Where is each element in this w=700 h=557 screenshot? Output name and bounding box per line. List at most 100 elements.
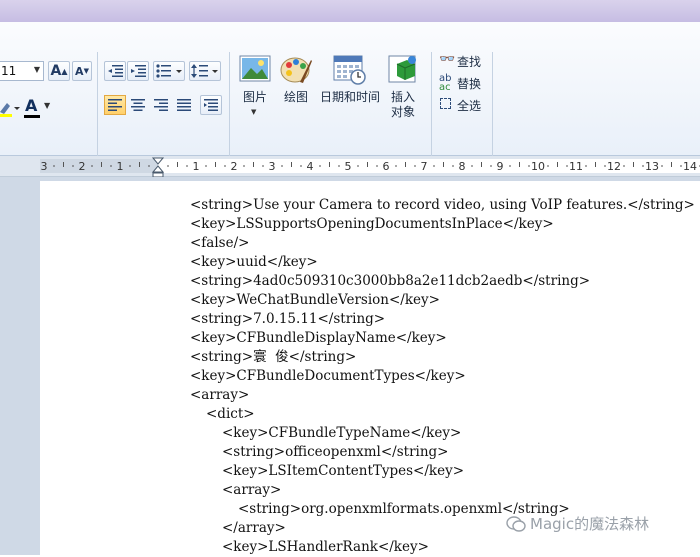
indent-marker-icon[interactable]	[152, 157, 164, 179]
ruler-tick	[396, 165, 397, 167]
ruler-tick	[377, 165, 378, 167]
ruler-tick	[73, 165, 74, 167]
document-line[interactable]: <dict>	[206, 405, 255, 424]
ruler-tick	[453, 165, 454, 167]
picture-button[interactable]: 图片 ▼	[236, 52, 274, 144]
ruler-tick	[225, 165, 226, 167]
ruler-ticks: 3211234567891011121314	[0, 156, 700, 176]
chevron-down-icon: ▼	[251, 108, 256, 116]
document-line[interactable]: <key>CFBundleDocumentTypes</key>	[190, 367, 466, 386]
ruler-tick	[633, 162, 634, 167]
align-left-button[interactable]	[104, 95, 126, 115]
shrink-font-button[interactable]: A▼	[72, 61, 92, 81]
paragraph-settings-button[interactable]	[200, 95, 222, 115]
ruler-tick	[130, 165, 131, 167]
ruler-tick	[434, 165, 435, 167]
document-line[interactable]: <key>CFBundleDisplayName</key>	[190, 329, 447, 348]
document-line[interactable]: <key>uuid</key>	[190, 253, 318, 272]
datetime-button[interactable]: 日期和时间	[318, 52, 382, 144]
ruler-tick	[510, 165, 511, 167]
font-size-value: 11	[1, 64, 16, 78]
find-label: 查找	[457, 53, 481, 70]
document-line[interactable]: <array>	[222, 481, 281, 500]
ruler-label: 6	[383, 160, 390, 173]
ruler-label: 3	[41, 160, 48, 173]
ruler-tick	[215, 162, 216, 167]
justify-button[interactable]	[173, 95, 195, 115]
find-button[interactable]: 👓 查找	[437, 52, 487, 70]
ruler-tick	[263, 165, 264, 167]
align-right-icon	[154, 99, 168, 111]
ruler-tick	[472, 165, 473, 167]
datetime-label: 日期和时间	[318, 90, 382, 105]
select-all-button[interactable]: 全选	[437, 96, 487, 114]
ruler-label: 2	[79, 160, 86, 173]
ruler-tick	[443, 162, 444, 167]
grow-font-button[interactable]: A▲	[48, 61, 70, 81]
line-spacing-icon	[191, 64, 219, 78]
document-line[interactable]: <false/>	[190, 234, 249, 253]
ruler-tick	[244, 165, 245, 167]
paint-palette-icon	[280, 54, 312, 84]
highlight-button[interactable]	[0, 98, 20, 118]
title-bar	[0, 0, 700, 23]
align-left-icon	[108, 99, 122, 111]
ruler-label: 5	[345, 160, 352, 173]
ruler-tick	[605, 165, 606, 167]
ruler-tick	[548, 165, 549, 167]
watermark: Magic的魔法森林	[506, 513, 649, 534]
document-line[interactable]: <string>寰 俊</string>	[190, 348, 356, 367]
document-line[interactable]: <string>7.0.15.11</string>	[190, 310, 385, 329]
ruler-tick	[54, 165, 55, 167]
decrease-indent-button[interactable]	[104, 61, 126, 81]
binoculars-icon: 👓	[439, 52, 455, 67]
ruler-tick	[519, 162, 520, 167]
ruler-label: 3	[269, 160, 276, 173]
ruler-tick	[595, 162, 596, 167]
paint-button[interactable]: 绘图	[278, 52, 314, 144]
document-line[interactable]: <string>Use your Camera to record video,…	[190, 196, 695, 215]
ruler-tick	[643, 165, 644, 167]
picture-label: 图片	[236, 90, 274, 105]
align-right-button[interactable]	[150, 95, 172, 115]
ruler-tick	[253, 162, 254, 167]
calendar-clock-icon	[333, 53, 367, 85]
ruler-tick	[92, 165, 93, 167]
document-line[interactable]: </array>	[222, 519, 286, 538]
document-line[interactable]: <array>	[190, 386, 249, 405]
bullet-list-button[interactable]	[153, 61, 185, 81]
ruler-label: 8	[459, 160, 466, 173]
insert-object-button[interactable]: 插入 对象	[384, 52, 422, 144]
chevron-down-icon: ▼	[34, 65, 40, 74]
ruler-label: 11	[569, 160, 583, 173]
ruler-tick	[567, 165, 568, 167]
indent-icon	[130, 64, 146, 78]
ruler-tick	[557, 162, 558, 167]
document-line[interactable]: <string>officeopenxml</string>	[222, 443, 449, 462]
outdent-icon	[107, 64, 123, 78]
ruler-label: 10	[531, 160, 545, 173]
replace-button[interactable]: abac 替换	[437, 74, 487, 92]
document-line[interactable]: <string>4ad0c509310c3000bb8a2e11dcb2aedb…	[190, 272, 590, 291]
ruler-tick	[358, 165, 359, 167]
font-color-icon: A	[25, 96, 37, 115]
document-line[interactable]: <key>LSSupportsOpeningDocumentsInPlace</…	[190, 215, 554, 234]
font-size-combo[interactable]: 11 ▼	[0, 61, 44, 81]
document-line[interactable]: <key>WeChatBundleVersion</key>	[190, 291, 440, 310]
increase-indent-button[interactable]	[127, 61, 149, 81]
insert-object-icon	[387, 54, 419, 84]
align-center-button[interactable]	[127, 95, 149, 115]
document-line[interactable]: <key>LSItemContentTypes</key>	[222, 462, 464, 481]
font-color-button[interactable]: A ▼	[22, 96, 54, 120]
paint-label: 绘图	[278, 90, 314, 105]
ruler-tick	[339, 165, 340, 167]
line-spacing-button[interactable]	[189, 61, 221, 81]
ruler-tick	[671, 162, 672, 167]
document-line[interactable]: <key>LSHandlerRank</key>	[222, 538, 429, 557]
ruler-tick	[177, 162, 178, 167]
ruler-label: 4	[307, 160, 314, 173]
ruler-tick	[529, 165, 530, 167]
ruler-tick	[662, 165, 663, 167]
chevron-down-icon: ▼	[44, 101, 50, 110]
document-line[interactable]: <key>CFBundleTypeName</key>	[222, 424, 461, 443]
